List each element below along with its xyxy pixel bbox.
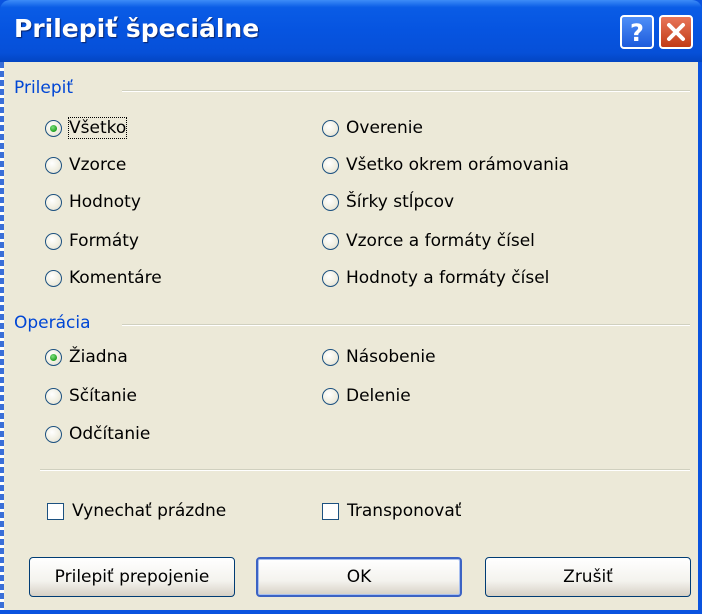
radio-ziadna[interactable]: Žiadna — [45, 344, 128, 370]
radio-label: Všetko — [67, 117, 128, 139]
skip-blanks-checkbox[interactable]: Vynechať prázdne — [47, 498, 226, 524]
radio-formaty[interactable]: Formáty — [45, 228, 139, 254]
paste-link-button[interactable]: Prilepiť prepojenie — [29, 557, 235, 597]
radio-label: Násobenie — [346, 347, 436, 367]
radio-label: Komentáre — [69, 268, 162, 288]
radio-label: Žiadna — [69, 347, 128, 367]
radio-icon[interactable] — [322, 193, 339, 211]
radio-label: Overenie — [346, 118, 423, 138]
radio-icon[interactable] — [322, 348, 339, 366]
svg-text:?: ? — [630, 19, 644, 47]
close-button[interactable] — [659, 15, 693, 49]
checkbox-label: Transponovať — [347, 501, 462, 521]
radio-icon[interactable] — [45, 193, 62, 211]
radio-scitanie[interactable]: Sčítanie — [45, 383, 137, 409]
radio-nasobenie[interactable]: Násobenie — [322, 344, 436, 370]
radio-odcitanie[interactable]: Odčítanie — [45, 421, 150, 447]
radio-icon[interactable] — [322, 387, 339, 405]
close-icon — [667, 23, 685, 41]
checkbox-icon[interactable] — [47, 502, 64, 520]
radio-label: Sčítanie — [69, 386, 137, 406]
section-divider — [40, 469, 690, 471]
radio-label: Odčítanie — [69, 424, 151, 444]
radio-sirky-stlpcov[interactable]: Šírky stĺpcov — [322, 189, 454, 215]
dialog-body — [4, 62, 698, 610]
radio-vzorce-a-formaty-cisel[interactable]: Vzorce a formáty čísel — [322, 228, 535, 254]
radio-label: Vzorce a formáty čísel — [346, 231, 535, 251]
help-button[interactable]: ? — [620, 15, 654, 49]
radio-icon[interactable] — [45, 269, 62, 287]
radio-selected-icon[interactable] — [45, 348, 62, 366]
radio-icon[interactable] — [45, 232, 62, 250]
radio-hodnoty[interactable]: Hodnoty — [45, 189, 141, 215]
radio-komentare[interactable]: Komentáre — [45, 265, 162, 291]
operation-group-label: Operácia — [14, 313, 91, 333]
radio-icon[interactable] — [45, 387, 62, 405]
right-border — [698, 62, 702, 614]
radio-overenie[interactable]: Overenie — [322, 115, 423, 141]
paste-group-divider — [122, 90, 690, 92]
question-mark-icon: ? — [630, 19, 644, 47]
checkbox-icon[interactable] — [322, 502, 339, 520]
radio-icon[interactable] — [45, 156, 62, 174]
radio-icon[interactable] — [322, 119, 339, 137]
checkbox-label: Vynechať prázdne — [72, 501, 227, 521]
title-bar[interactable]: Prilepiť špeciálne ? — [0, 0, 702, 62]
radio-vsetko-okrem-oramovania[interactable]: Všetko okrem orámovania — [322, 152, 569, 178]
radio-icon[interactable] — [322, 156, 339, 174]
radio-label: Delenie — [346, 386, 411, 406]
radio-vzorce[interactable]: Vzorce — [45, 152, 126, 178]
dialog-title: Prilepiť špeciálne — [14, 14, 260, 43]
dialog-window: Prilepiť špeciálne ? Prilepiť Všetko Vzo… — [0, 0, 702, 614]
radio-hodnoty-a-formaty-cisel[interactable]: Hodnoty a formáty čísel — [322, 265, 549, 291]
transpose-checkbox[interactable]: Transponovať — [322, 498, 461, 524]
ok-button[interactable]: OK — [256, 557, 462, 597]
radio-icon[interactable] — [322, 232, 339, 250]
radio-icon[interactable] — [45, 425, 62, 443]
radio-label: Formáty — [69, 231, 139, 251]
bottom-border — [0, 610, 702, 614]
radio-vsetko[interactable]: Všetko — [45, 115, 128, 141]
radio-label: Hodnoty — [69, 192, 141, 212]
radio-label: Všetko okrem orámovania — [346, 155, 570, 175]
radio-label: Šírky stĺpcov — [346, 192, 455, 212]
paste-group-label: Prilepiť — [14, 78, 74, 98]
radio-icon[interactable] — [322, 269, 339, 287]
radio-label: Vzorce — [69, 155, 127, 175]
operation-group-divider — [122, 324, 690, 326]
cancel-button[interactable]: Zrušiť — [485, 557, 691, 597]
radio-delenie[interactable]: Delenie — [322, 383, 411, 409]
radio-selected-icon[interactable] — [45, 119, 62, 137]
radio-label: Hodnoty a formáty čísel — [346, 268, 550, 288]
